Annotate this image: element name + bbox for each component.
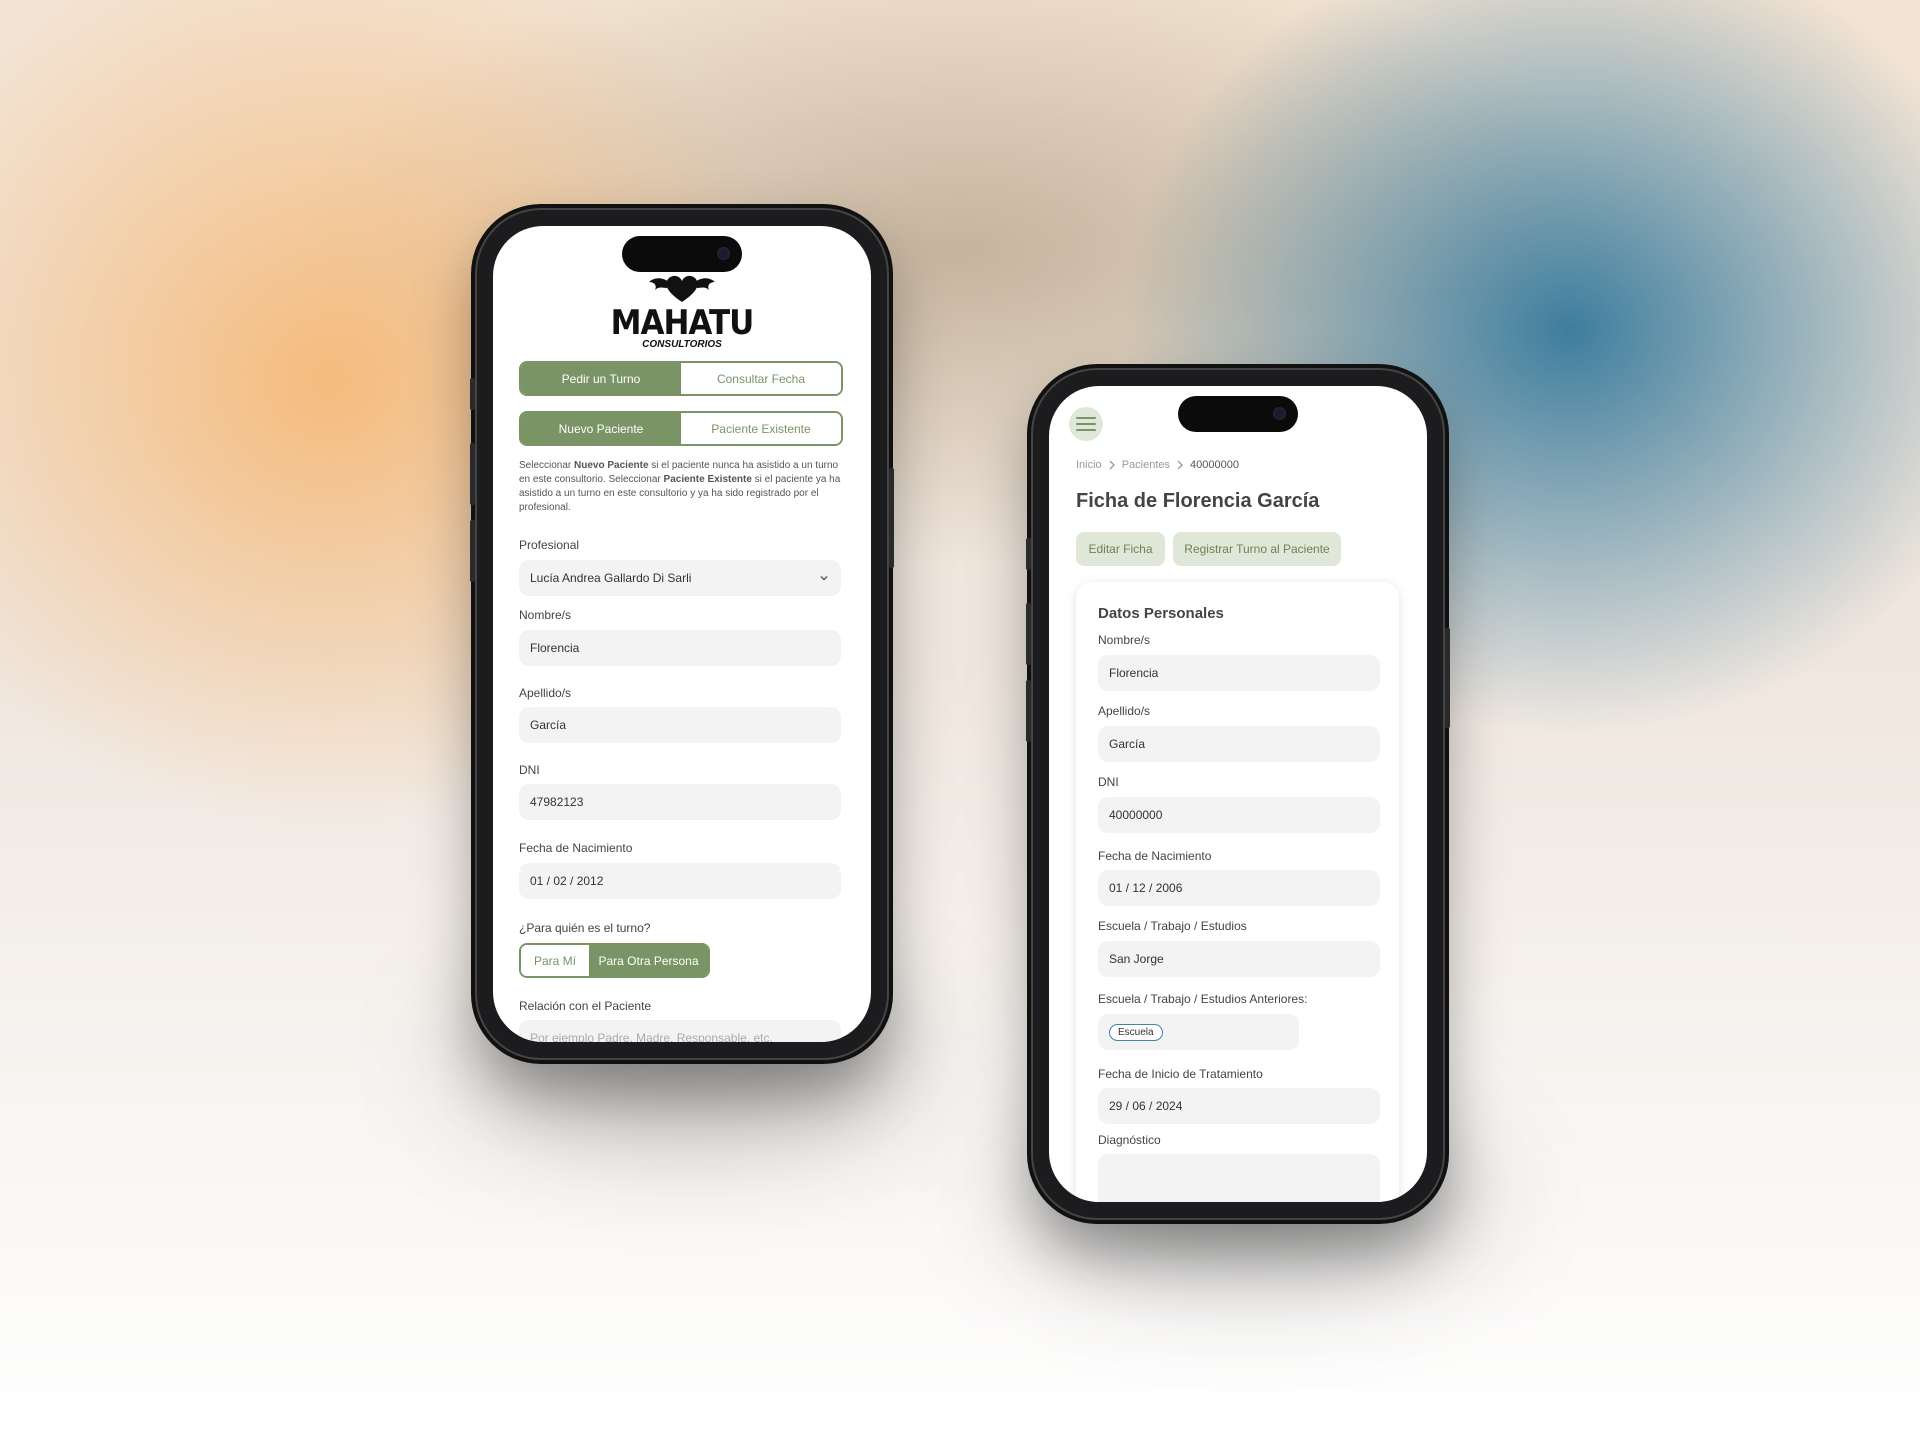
tab-nuevo-paciente[interactable]: Nuevo Paciente [521,413,681,444]
apellido-label: Apellido/s [519,686,572,700]
apellido-label: Apellido/s [1098,704,1151,718]
chevron-right-icon [1109,460,1115,470]
inicio-tratamiento-label: Fecha de Inicio de Tratamiento [1098,1067,1263,1081]
patient-type-help: Seleccionar Nuevo Paciente si el pacient… [519,460,841,513]
fecha-nacimiento-label: Fecha de Nacimiento [1098,849,1212,863]
datos-personales-card: Datos Personales Nombre/s Florencia Apel… [1076,582,1399,1202]
mode-tabs: Pedir un Turno Consultar Fecha [519,361,843,396]
breadcrumb-inicio[interactable]: Inicio [1076,459,1102,471]
winged-heart-icon [649,275,715,302]
left-phone-screen: MAHATU CONSULTORIOS Pedir un Turno Consu… [493,226,871,1042]
profesional-select[interactable]: Lucía Andrea Gallardo Di Sarli [519,560,841,596]
fecha-nacimiento-input[interactable]: 01 / 02 / 2012 [519,863,841,899]
breadcrumb-pacientes[interactable]: Pacientes [1122,459,1170,471]
fecha-nacimiento-label: Fecha de Nacimiento [519,841,633,855]
profesional-value: Lucía Andrea Gallardo Di Sarli [530,571,692,585]
tab-consultar-fecha[interactable]: Consultar Fecha [681,363,841,394]
dni-label: DNI [519,763,540,777]
para-quien-label: ¿Para quién es el turno? [519,921,651,935]
dynamic-island [1178,396,1298,432]
left-phone: MAHATU CONSULTORIOS Pedir un Turno Consu… [470,208,894,1060]
nombre-input[interactable]: Florencia [519,630,841,666]
escuela-anteriores-field[interactable]: Escuela [1098,1014,1299,1050]
apellido-field[interactable]: García [1098,726,1380,762]
patient-type-tabs: Nuevo Paciente Paciente Existente [519,411,843,446]
registrar-turno-button[interactable]: Registrar Turno al Paciente [1173,532,1341,566]
dynamic-island [622,236,742,272]
option-para-otra-persona[interactable]: Para Otra Persona [589,945,708,976]
menu-button[interactable] [1069,407,1103,441]
edit-ficha-button[interactable]: Editar Ficha [1076,532,1165,566]
breadcrumb: Inicio Pacientes 40000000 [1076,459,1239,471]
chevron-right-icon [1177,460,1183,470]
dni-label: DNI [1098,775,1119,789]
brand-logo: MAHATU CONSULTORIOS [493,272,871,350]
card-heading: Datos Personales [1098,605,1224,622]
right-phone-screen: Inicio Pacientes 40000000 Ficha de Flore… [1049,386,1427,1202]
hamburger-menu-icon [1076,417,1096,431]
nombre-label: Nombre/s [519,608,572,622]
relacion-label: Relación con el Paciente [519,999,652,1013]
escuela-label: Escuela / Trabajo / Estudios [1098,919,1247,933]
apellido-input[interactable]: García [519,707,841,743]
option-para-mi[interactable]: Para Mí [521,945,589,976]
dni-input[interactable]: 47982123 [519,784,841,820]
nombre-label: Nombre/s [1098,633,1151,647]
chevron-down-icon [820,576,828,581]
diagnostico-field[interactable] [1098,1154,1380,1202]
tab-pedir-turno[interactable]: Pedir un Turno [521,363,681,394]
escuela-field[interactable]: San Jorge [1098,941,1380,977]
para-quien-toggle: Para Mí Para Otra Persona [519,943,710,978]
right-phone: Inicio Pacientes 40000000 Ficha de Flore… [1026,368,1450,1220]
tab-paciente-existente[interactable]: Paciente Existente [681,413,841,444]
nombre-field[interactable]: Florencia [1098,655,1380,691]
escuela-tag[interactable]: Escuela [1109,1023,1163,1041]
fecha-nacimiento-field[interactable]: 01 / 12 / 2006 [1098,870,1380,906]
inicio-tratamiento-field[interactable]: 29 / 06 / 2024 [1098,1088,1380,1124]
dni-field[interactable]: 40000000 [1098,797,1380,833]
diagnostico-label: Diagnóstico [1098,1133,1161,1147]
relacion-input[interactable]: Por ejemplo Padre, Madre, Responsable, e… [519,1020,841,1042]
page-title: Ficha de Florencia García [1076,490,1320,512]
brand-name: MAHATU [610,303,755,343]
escuela-anteriores-label: Escuela / Trabajo / Estudios Anteriores: [1098,992,1308,1006]
breadcrumb-current: 40000000 [1190,459,1239,471]
profesional-label: Profesional [519,538,580,552]
